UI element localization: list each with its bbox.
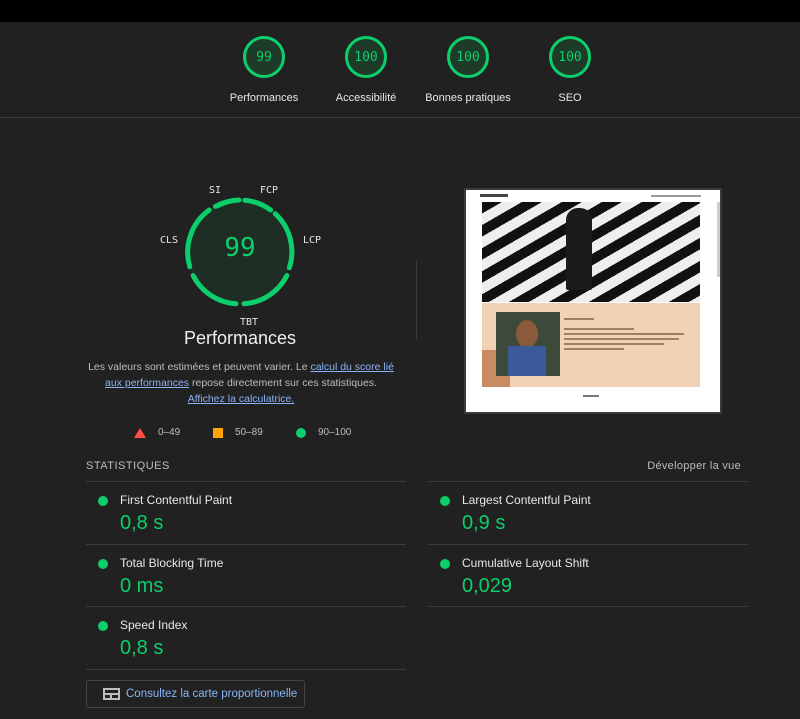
screenshot-text-line <box>564 338 679 340</box>
pass-circle-icon <box>98 559 108 569</box>
legend-fail: 0–49 <box>134 427 180 438</box>
gauge-accessibility-label: Accessibilité <box>335 92 397 104</box>
screenshot-text-line <box>564 348 624 350</box>
metric-fcp-value: 0,8 s <box>120 512 164 534</box>
legend-pass: 90–100 <box>296 427 351 438</box>
section-divider <box>416 260 417 340</box>
screenshot-text-line <box>564 328 634 330</box>
metric-fcp-name: First Contentful Paint <box>120 493 233 507</box>
gauge-performance[interactable]: 99 Performances <box>209 36 319 104</box>
metric-cls-name: Cumulative Layout Shift <box>462 556 589 570</box>
legend-fail-label: 0–49 <box>158 427 181 438</box>
pass-circle-icon <box>440 496 450 506</box>
metric-si-value: 0,8 s <box>120 637 164 659</box>
treemap-button-label: Consultez la carte proportionnelle <box>126 688 298 700</box>
metric-lcp-value: 0,9 s <box>462 512 506 534</box>
gauge-accessibility-score: 100 <box>345 36 387 78</box>
metric-label-si: SI <box>209 185 222 196</box>
metric-fcp: First Contentful Paint 0,8 s <box>86 481 406 544</box>
screenshot-nav <box>651 195 701 197</box>
final-screenshot[interactable] <box>464 188 722 414</box>
metric-si-name: Speed Index <box>120 618 188 632</box>
metric-si: Speed Index 0,8 s <box>86 606 406 669</box>
legend-pass-label: 90–100 <box>318 427 352 438</box>
warning-triangle-icon <box>134 427 146 438</box>
metric-cls-value: 0,029 <box>462 575 513 597</box>
legend-average-label: 50–89 <box>235 427 263 438</box>
screenshot-text-line <box>564 333 684 335</box>
treemap-button[interactable]: Consultez la carte proportionnelle <box>86 680 305 708</box>
screenshot-portrait-face <box>516 320 538 348</box>
performance-main-score: 99 <box>224 233 256 263</box>
metrics-divider <box>428 606 748 607</box>
performance-main-gauge: 99 SI FCP LCP CLS TBT <box>160 183 322 333</box>
pass-circle-icon <box>98 621 108 631</box>
category-gauges: 99 Performances 100 Accessibilité 100 Bo… <box>0 22 800 118</box>
treemap-icon <box>103 688 120 700</box>
gauge-performance-label: Performances <box>229 92 299 104</box>
legend-average: 50–89 <box>213 427 263 438</box>
screenshot-text-line <box>564 318 594 320</box>
gauge-seo[interactable]: 100 SEO <box>515 36 625 104</box>
gauge-seo-score: 100 <box>549 36 591 78</box>
screenshot-text-line <box>564 343 664 345</box>
description-text-1: Les valeurs sont estimées et peuvent var… <box>88 361 311 373</box>
metric-cls: Cumulative Layout Shift 0,029 <box>428 544 748 607</box>
gauge-best-practices[interactable]: 100 Bonnes pratiques <box>413 36 523 104</box>
metric-label-fcp: FCP <box>260 185 279 196</box>
expand-view-toggle[interactable]: Développer la vue <box>647 460 741 472</box>
screenshot-logo <box>480 194 508 197</box>
performance-description: Les valeurs sont estimées et peuvent var… <box>86 359 396 407</box>
top-bar <box>0 0 800 22</box>
pass-circle-icon <box>296 427 306 438</box>
gauge-accessibility[interactable]: 100 Accessibilité <box>311 36 421 104</box>
gauge-seo-label: SEO <box>558 92 582 104</box>
statistics-heading: STATISTIQUES <box>86 460 170 472</box>
pass-circle-icon <box>440 559 450 569</box>
screenshot-portrait-shirt <box>508 346 546 376</box>
pass-circle-icon <box>98 496 108 506</box>
screenshot-person-silhouette <box>566 208 592 290</box>
screenshot-footer-text <box>583 395 599 397</box>
description-text-2: repose directement sur ces statistiques. <box>189 377 377 389</box>
gauge-performance-score: 99 <box>243 36 285 78</box>
gauge-best-practices-label: Bonnes pratiques <box>425 92 511 104</box>
metric-label-tbt: TBT <box>240 317 259 328</box>
metric-tbt: Total Blocking Time 0 ms <box>86 544 406 607</box>
metric-lcp-name: Largest Contentful Paint <box>462 493 591 507</box>
metric-tbt-name: Total Blocking Time <box>120 556 224 570</box>
metric-label-lcp: LCP <box>303 235 322 246</box>
calculator-link[interactable]: Affichez la calculatrice. <box>188 393 295 405</box>
average-square-icon <box>213 427 223 438</box>
metrics-divider <box>86 669 406 670</box>
metric-label-cls: CLS <box>160 235 179 246</box>
gauge-best-practices-score: 100 <box>447 36 489 78</box>
screenshot-scrollbar <box>717 202 720 277</box>
performance-title: Performances <box>183 328 297 348</box>
metric-lcp: Largest Contentful Paint 0,9 s <box>428 481 748 544</box>
metric-tbt-value: 0 ms <box>120 575 164 597</box>
